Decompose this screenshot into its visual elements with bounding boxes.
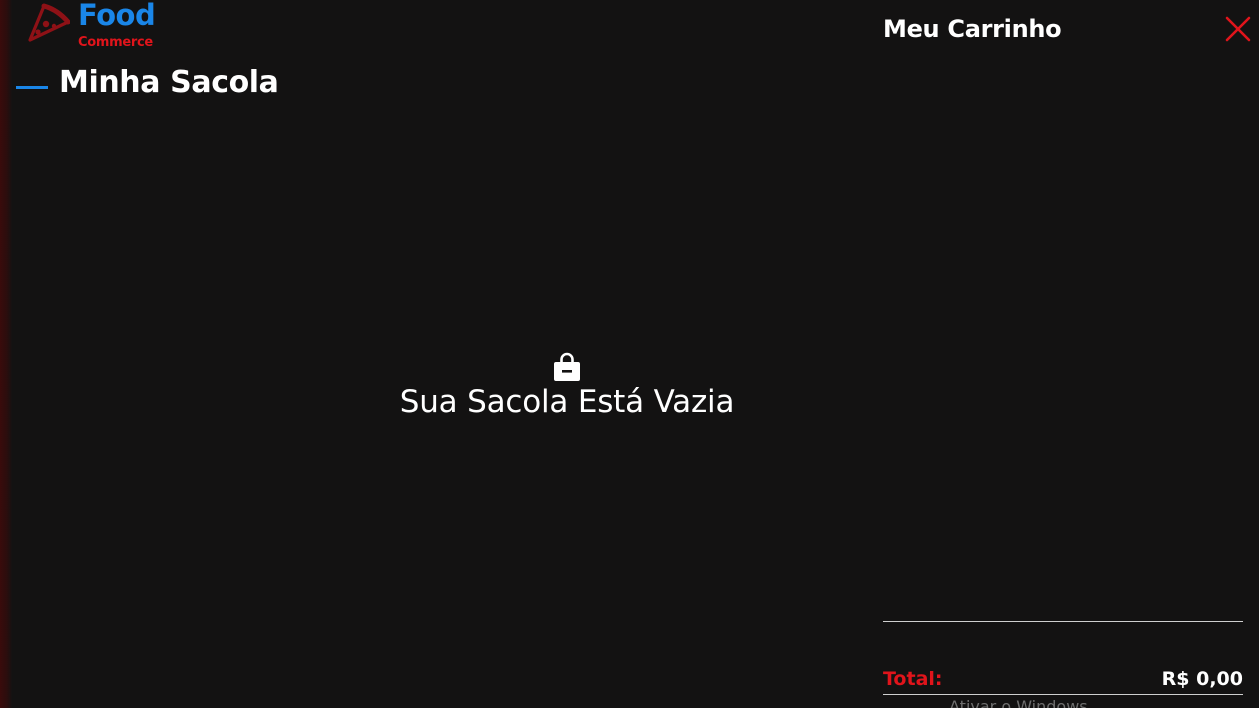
cart-panel: Meu Carrinho Total: R$ 0,00 Ativar o Win…: [883, 0, 1259, 708]
cart-title: Meu Carrinho: [883, 15, 1062, 43]
left-edge-accent: [0, 0, 12, 708]
page-title: Minha Sacola: [59, 65, 279, 100]
close-cart-button[interactable]: [1223, 14, 1253, 44]
total-label: Total:: [883, 668, 943, 690]
total-value: R$ 0,00: [1161, 668, 1243, 690]
title-accent-bar: [16, 86, 48, 89]
cart-total-row: Total: R$ 0,00: [883, 664, 1243, 695]
cart-divider: [883, 621, 1243, 622]
empty-bag-message: Sua Sacola Está Vazia: [399, 384, 735, 420]
app-page: Food Commerce Minha Sacola Sua Sacola Es…: [0, 0, 1259, 708]
brand-name: Food: [78, 0, 156, 32]
empty-bag-state: Sua Sacola Está Vazia: [360, 352, 774, 432]
shopping-bag-icon: [554, 352, 580, 381]
windows-activation-watermark: Ativar o Windows: [949, 697, 1088, 708]
brand-subtitle: Commerce: [78, 35, 153, 50]
pizza-slice-icon: [28, 3, 70, 42]
brand-logo[interactable]: Food Commerce: [22, 0, 172, 56]
close-icon: [1225, 16, 1251, 42]
